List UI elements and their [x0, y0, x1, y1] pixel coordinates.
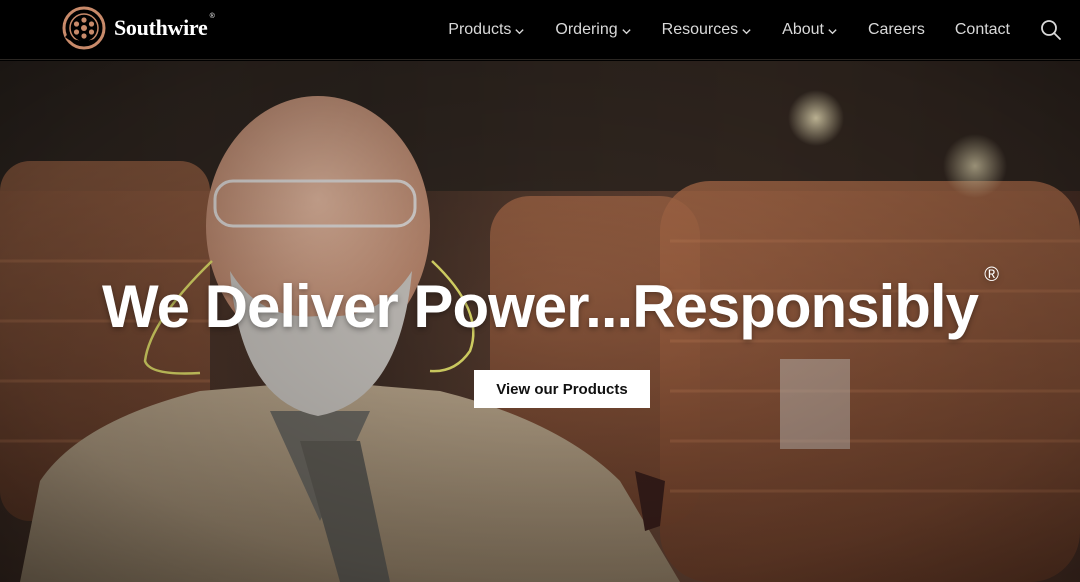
southwire-logo-icon	[62, 6, 106, 50]
nav-label: Products	[448, 21, 512, 38]
nav-item-products[interactable]: Products	[448, 21, 525, 39]
brand-registered-mark: ®	[209, 13, 215, 20]
nav-item-ordering[interactable]: Ordering	[555, 21, 631, 39]
chevron-down-icon	[828, 29, 837, 35]
brand-name: Southwire ®	[114, 13, 215, 40]
nav-item-resources[interactable]: Resources	[662, 21, 752, 39]
nav-item-about[interactable]: About	[782, 21, 838, 39]
chevron-down-icon	[742, 29, 751, 35]
view-products-button[interactable]: View our Products	[474, 370, 650, 408]
nav-label: Careers	[867, 21, 925, 38]
nav-label: Resources	[661, 21, 739, 38]
chevron-down-icon	[515, 29, 525, 35]
hero-banner: We Deliver Power...Responsibly ® View our…	[0, 61, 1080, 582]
site-header: Southwire ® Products Ordering Resources A…	[0, 0, 1080, 60]
main-nav: Products Ordering Resources About Career…	[448, 0, 1080, 60]
nav-label: Contact	[954, 21, 1010, 38]
nav-item-careers[interactable]: Careers	[868, 21, 925, 39]
search-icon[interactable]	[1040, 19, 1062, 41]
chevron-down-icon	[622, 29, 631, 35]
headline-registered-mark: ®	[984, 264, 999, 286]
hero-headline: We Deliver Power...Responsibly ®	[102, 264, 999, 340]
brand-logo[interactable]: Southwire ®	[62, 6, 215, 50]
nav-label: Ordering	[555, 21, 618, 38]
nav-item-contact[interactable]: Contact	[955, 21, 1010, 39]
nav-label: About	[782, 21, 824, 38]
